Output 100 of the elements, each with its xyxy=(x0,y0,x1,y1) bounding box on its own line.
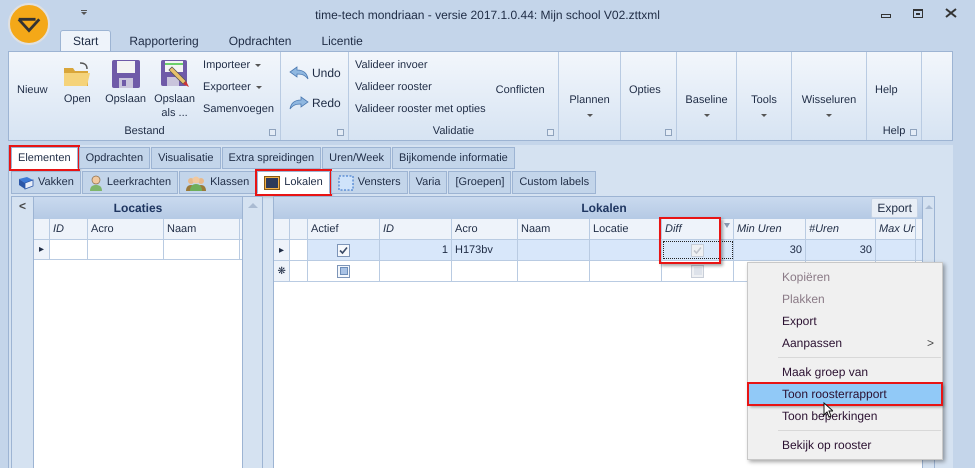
checkbox[interactable] xyxy=(691,244,704,256)
ribbon-button[interactable]: Tools xyxy=(741,92,787,116)
scroll-up-icon[interactable] xyxy=(248,203,258,208)
menu-item[interactable]: Toon beperkingen xyxy=(748,405,942,427)
restore-icon[interactable] xyxy=(913,8,923,18)
scroll-up-icon[interactable] xyxy=(924,205,932,209)
column-header[interactable]: #Uren xyxy=(806,219,876,239)
ribbon-button[interactable]: Valideer rooster met opties xyxy=(353,102,488,117)
ribbon-button[interactable]: Nieuw xyxy=(13,82,52,98)
column-header[interactable]: Diff xyxy=(662,219,734,239)
tab[interactable]: Elementen xyxy=(11,147,78,169)
dialog-launcher-icon[interactable] xyxy=(547,129,554,136)
dialog-launcher-icon[interactable] xyxy=(665,129,672,136)
filter-icon[interactable] xyxy=(724,223,730,228)
tab[interactable]: Custom labels xyxy=(512,171,596,194)
ribbon-button[interactable]: Exporteer xyxy=(201,80,276,95)
ribbon-button[interactable]: Opslaan als ... xyxy=(152,58,198,120)
row-indicator: ▸ xyxy=(274,240,290,260)
caret-icon xyxy=(826,114,832,116)
redo-icon xyxy=(289,96,309,110)
caret-icon xyxy=(761,114,767,116)
ribbon-button[interactable]: Redo xyxy=(289,94,341,112)
column-header[interactable]: Min Uren xyxy=(734,219,806,239)
grid-title: Locaties xyxy=(114,200,162,217)
ribbon-button[interactable]: Conflicten xyxy=(492,82,549,98)
tab[interactable]: Leerkrachten xyxy=(82,171,178,194)
ribbon-button[interactable]: Valideer rooster xyxy=(353,80,488,95)
column-header[interactable]: ID xyxy=(380,219,452,239)
dialog-launcher-icon[interactable] xyxy=(269,129,276,136)
ribbon-tab[interactable]: Rapportering xyxy=(117,30,211,51)
table-cell-text: 30 xyxy=(860,242,872,258)
tab[interactable]: Lokalen xyxy=(257,171,330,194)
person-icon xyxy=(88,174,103,190)
ribbon-button[interactable]: Samenvoegen xyxy=(201,102,276,117)
tab[interactable]: Bijkomende informatie xyxy=(392,147,515,169)
ribbon-button[interactable]: Undo xyxy=(289,64,341,82)
undo-icon xyxy=(289,66,309,80)
column-header[interactable]: Locatie xyxy=(590,219,662,239)
monitor-icon xyxy=(264,176,280,190)
checkbox[interactable] xyxy=(337,264,350,278)
app-logo[interactable] xyxy=(8,3,50,45)
ribbon-tab[interactable]: Start xyxy=(60,30,112,51)
grid-title: Lokalen xyxy=(581,200,627,217)
minimize-icon[interactable] xyxy=(881,14,891,18)
menu-item[interactable]: Toon roosterrapport xyxy=(748,383,942,405)
menu-item[interactable]: Bekijk op rooster xyxy=(748,434,942,456)
table-cell-text: 30 xyxy=(790,242,802,258)
tab[interactable]: Opdrachten xyxy=(78,147,150,169)
tab[interactable]: Visualisatie xyxy=(151,147,221,169)
menu-item[interactable]: Export xyxy=(748,310,942,332)
dialog-launcher-icon[interactable] xyxy=(910,129,917,136)
checkbox[interactable] xyxy=(337,244,350,256)
column-header[interactable]: Naam xyxy=(164,219,240,239)
dialog-launcher-icon[interactable] xyxy=(337,129,344,136)
quick-access-dropdown-icon[interactable] xyxy=(80,10,88,17)
menu-item[interactable]: Maak groep van xyxy=(748,361,942,383)
tab[interactable]: [Groepen] xyxy=(448,171,512,194)
caret-icon xyxy=(704,114,710,116)
window-title: time-tech mondriaan - versie 2017.1.0.44: Mijn school V02.zttxml xyxy=(315,7,660,24)
ribbon-button[interactable]: Plannen xyxy=(563,92,616,116)
table-cell-text: H173bv xyxy=(455,242,493,258)
tab[interactable]: Uren/Week xyxy=(322,147,391,169)
row-indicator: ▸ xyxy=(34,240,50,259)
ribbon-button[interactable]: Valideer invoer xyxy=(353,58,488,73)
ribbon-button[interactable]: Help xyxy=(871,82,902,98)
column-header[interactable]: Naam xyxy=(518,219,590,239)
checkbox[interactable] xyxy=(691,264,704,278)
ribbon-button[interactable]: Opties xyxy=(625,82,665,98)
row-indicator: ❋ xyxy=(274,261,290,281)
ribbon-button[interactable]: Open xyxy=(56,58,100,106)
tab[interactable]: Klassen xyxy=(179,171,256,194)
group-label: Help xyxy=(882,124,906,140)
submenu-arrow: > xyxy=(926,335,934,352)
ribbon-button[interactable]: Wisseluren xyxy=(796,92,862,116)
close-icon[interactable] xyxy=(945,8,957,18)
column-header[interactable]: ID xyxy=(50,219,88,239)
ribbon-tab[interactable]: Opdrachten xyxy=(216,30,304,51)
column-header[interactable]: Acro xyxy=(88,219,164,239)
export-button[interactable]: Export xyxy=(871,198,918,218)
ribbon-button[interactable]: Baseline xyxy=(681,92,732,116)
ribbon-tab[interactable]: Licentie xyxy=(309,30,375,51)
group-label: Validatie xyxy=(432,124,474,140)
ribbon-button[interactable]: Opslaan xyxy=(103,58,148,106)
column-header[interactable]: Acro xyxy=(452,219,518,239)
collapse-button[interactable]: < xyxy=(18,199,26,213)
people-icon xyxy=(186,174,206,190)
tab[interactable]: Vakken xyxy=(11,171,81,194)
tab[interactable]: Extra spreidingen xyxy=(222,147,322,169)
group-label: Bestand xyxy=(124,124,165,140)
ribbon-button[interactable]: Importeer xyxy=(201,58,276,73)
book-icon xyxy=(18,176,34,190)
column-header[interactable]: Actief xyxy=(308,219,380,239)
dashed-square-icon xyxy=(338,174,354,190)
tab[interactable]: Varia xyxy=(408,171,448,194)
menu-item[interactable]: Aanpassen > xyxy=(748,332,942,354)
tab[interactable]: Vensters xyxy=(330,171,408,194)
column-header[interactable]: Max Ur xyxy=(876,219,916,239)
caret-icon xyxy=(586,114,592,116)
floppy-disk-pencil-icon xyxy=(158,58,191,90)
table-cell-text: 1 xyxy=(442,242,448,258)
